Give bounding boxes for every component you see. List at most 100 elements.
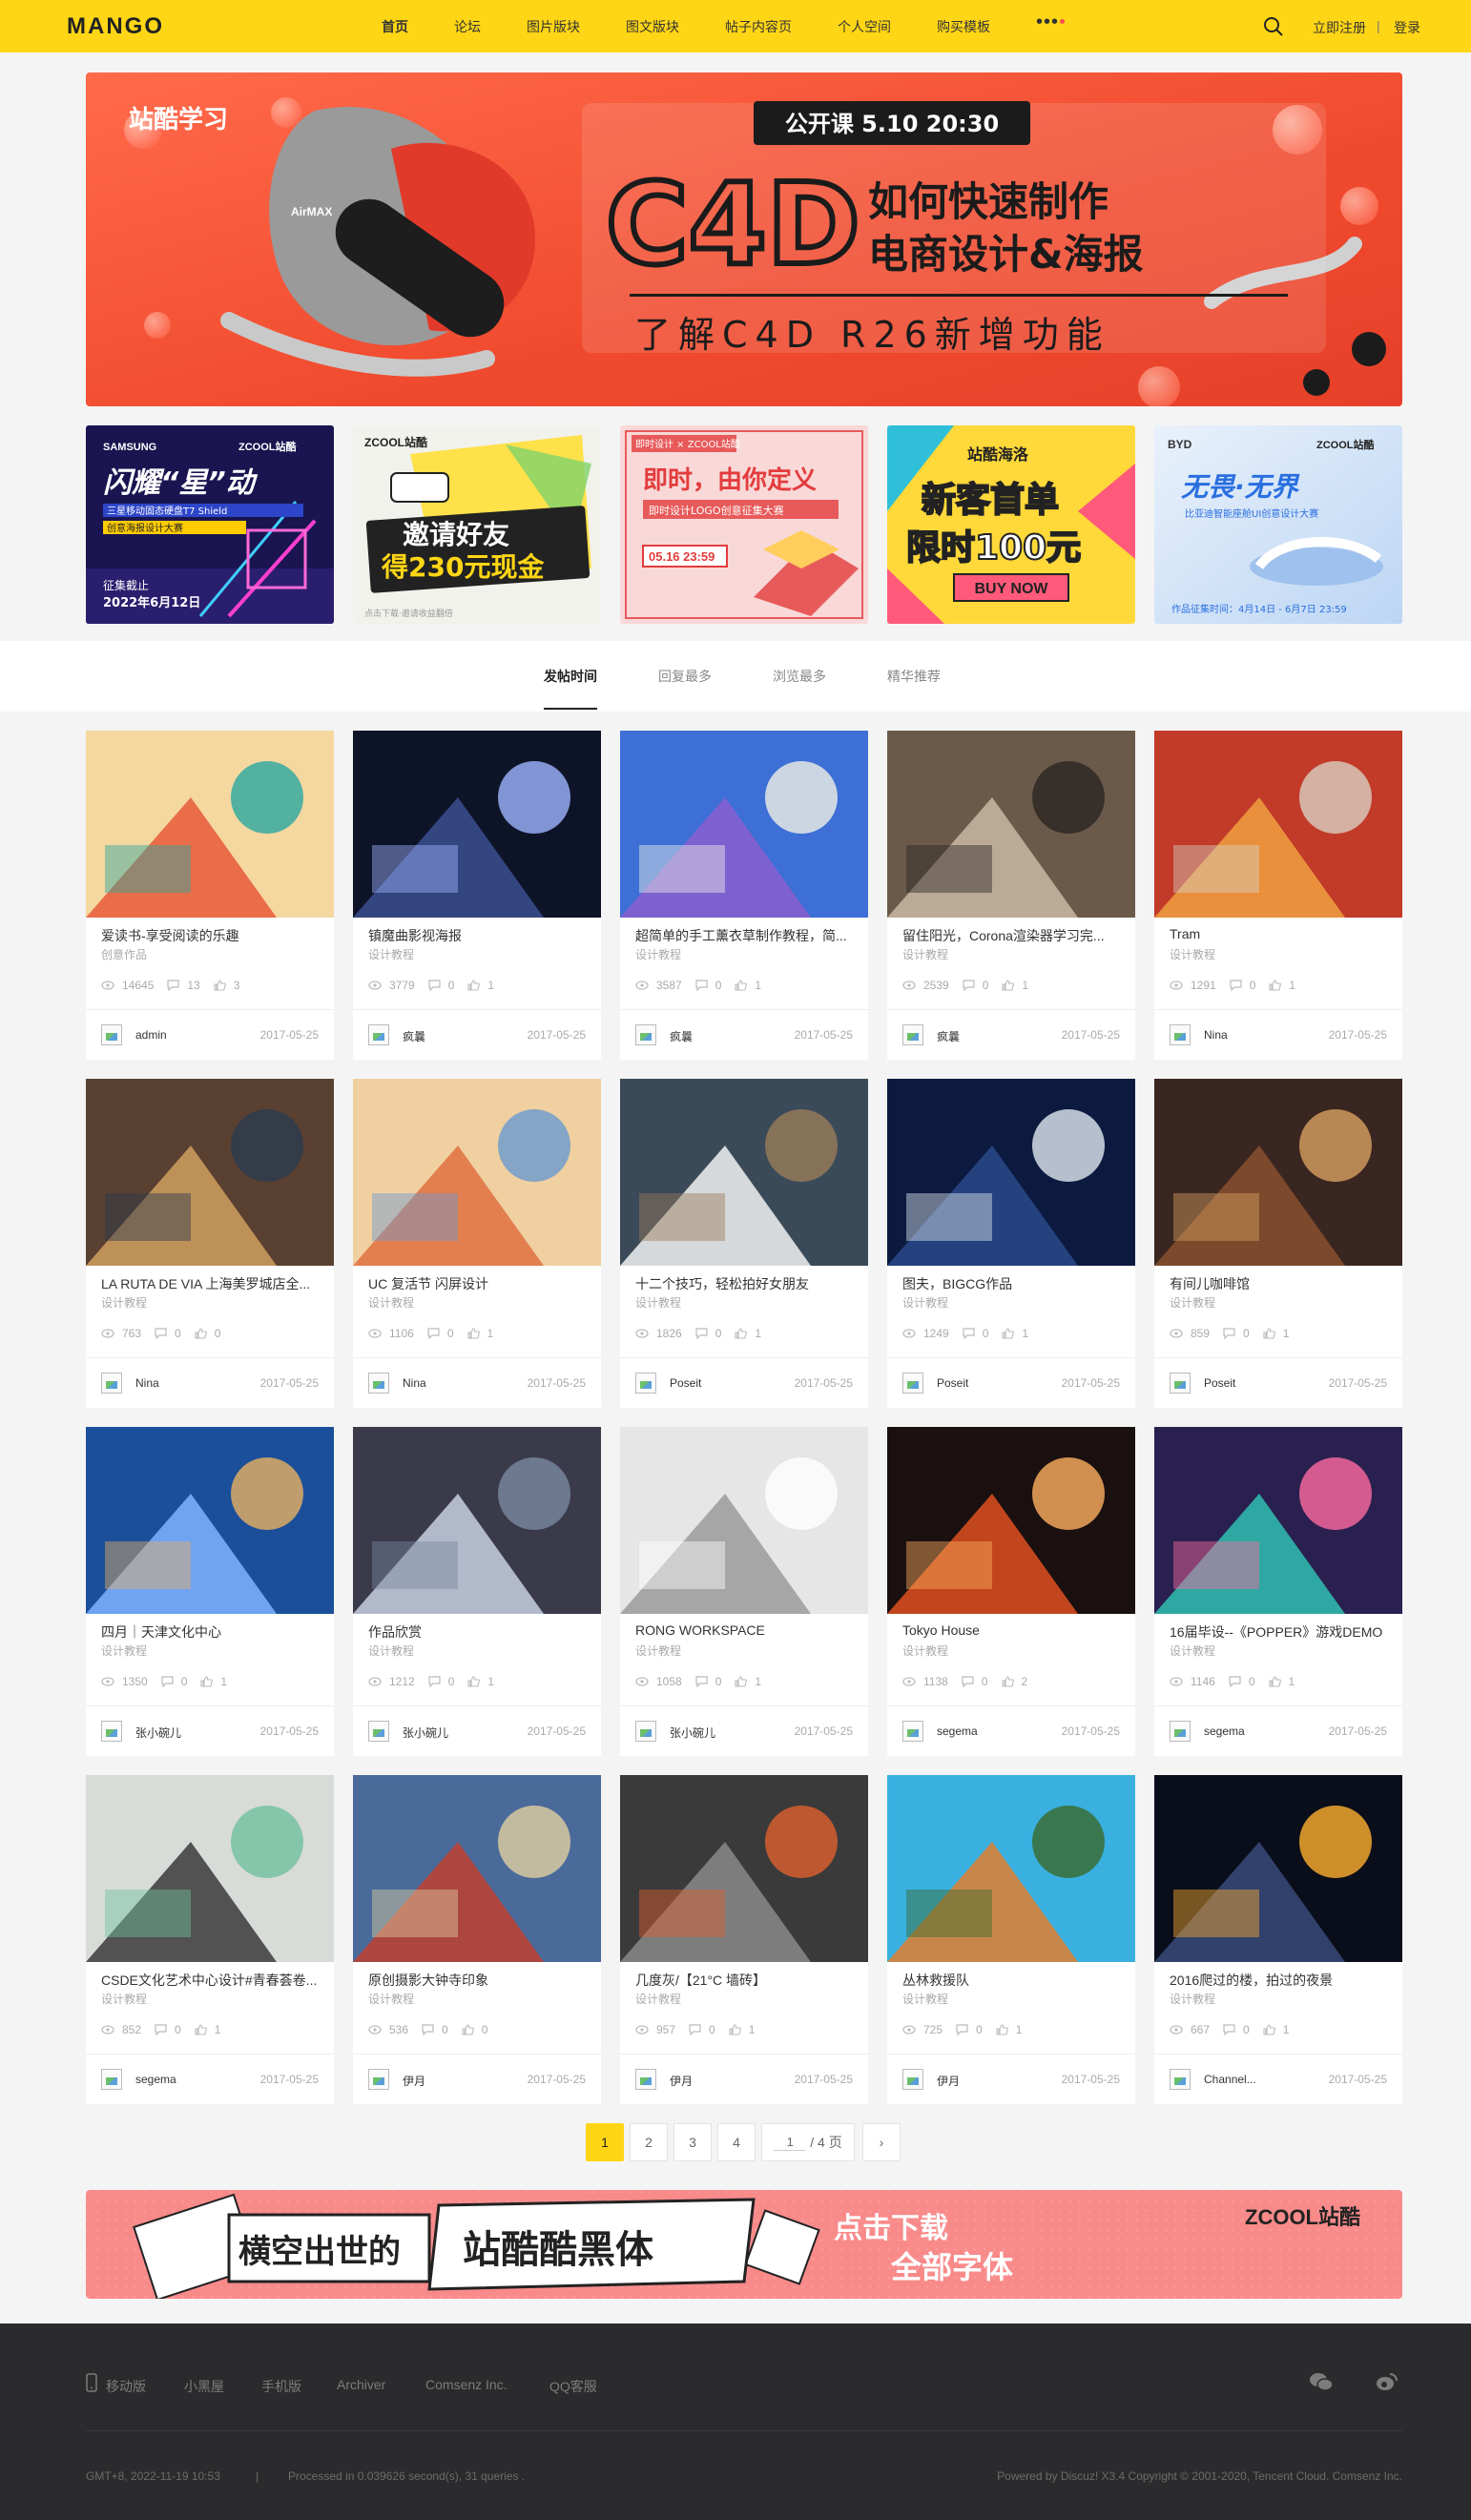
post-title[interactable]: 2016爬过的楼，拍过的夜景 (1170, 1971, 1391, 1990)
avatar[interactable] (902, 2069, 923, 2090)
post-card[interactable]: UC 复活节 闪屏设计 设计教程 1106 0 1 Nina 2017-05-25 (353, 1079, 601, 1408)
post-card[interactable]: 超简单的手工薰衣草制作教程，简... 设计教程 3587 0 1 疯曩 2017-05-25 (620, 731, 868, 1060)
avatar[interactable] (368, 2069, 389, 2090)
post-title[interactable]: 有间儿咖啡馆 (1170, 1274, 1391, 1293)
page-2-button[interactable]: 2 (630, 2123, 668, 2161)
post-thumbnail[interactable] (1154, 1427, 1402, 1614)
post-category[interactable]: 设计教程 (1170, 1294, 1215, 1311)
post-category[interactable]: 设计教程 (368, 1991, 414, 2007)
post-thumbnail[interactable] (620, 1079, 868, 1266)
post-title[interactable]: 镇魔曲影视海报 (368, 926, 590, 945)
post-title[interactable]: Tokyo House (902, 1622, 1124, 1638)
post-thumbnail[interactable] (1154, 1775, 1402, 1962)
promo-hailuo[interactable]: 站酷海洛 新客首单 限时100元 BUY NOW (887, 425, 1135, 624)
search-icon[interactable] (1262, 15, 1285, 38)
tab-most-views[interactable]: 浏览最多 (773, 667, 826, 686)
font-banner[interactable]: 横空出世的 站酷酷黑体 点击下载 全部字体 ZCOOL站酷 (86, 2190, 1402, 2299)
post-author[interactable]: 疯曩 (403, 1028, 425, 1044)
post-card[interactable]: 十二个技巧，轻松拍好女朋友 设计教程 1826 0 1 Poseit 2017-05-25 (620, 1079, 868, 1408)
nav-home[interactable]: 首页 (382, 17, 408, 36)
page-4-button[interactable]: 4 (717, 2123, 756, 2161)
page-jump-input[interactable] (774, 2134, 807, 2151)
post-thumbnail[interactable] (86, 1775, 334, 1962)
post-card[interactable]: RONG WORKSPACE 设计教程 1058 0 1 张小碗儿 2017-05-25 (620, 1427, 868, 1756)
post-author[interactable]: Nina (403, 1376, 426, 1390)
post-title[interactable]: 丛林救援队 (902, 1971, 1124, 1990)
post-author[interactable]: 伊月 (670, 2073, 693, 2089)
register-link[interactable]: 立即注册 (1313, 18, 1366, 37)
nav-image-board[interactable]: 图片版块 (527, 17, 580, 36)
promo-invite[interactable]: ZCOOL站酷 邀请好友 得230元现金 点击下载·邀请收益翻倍 (353, 425, 601, 624)
post-thumbnail[interactable] (353, 1427, 601, 1614)
avatar[interactable] (635, 1024, 656, 1045)
post-author[interactable]: 张小碗儿 (403, 1725, 448, 1741)
post-category[interactable]: 设计教程 (902, 1642, 948, 1659)
post-title[interactable]: LA RUTA DE VIA 上海美罗城店全... (101, 1274, 322, 1293)
post-category[interactable]: 设计教程 (635, 946, 681, 962)
avatar[interactable] (1170, 1373, 1191, 1394)
footer-link-qq[interactable]: QQ客服 (549, 2377, 597, 2396)
post-thumbnail[interactable] (86, 731, 334, 918)
nav-more[interactable]: ••• (1036, 11, 1066, 37)
post-title[interactable]: UC 复活节 闪屏设计 (368, 1274, 590, 1293)
post-card[interactable]: 图夫，BIGCG作品 设计教程 1249 0 1 Poseit 2017-05-25 (887, 1079, 1135, 1408)
nav-forum[interactable]: 论坛 (454, 17, 481, 36)
post-card[interactable]: 原创摄影大钟寺印象 设计教程 536 0 0 伊月 2017-05-25 (353, 1775, 601, 2104)
post-thumbnail[interactable] (353, 731, 601, 918)
post-category[interactable]: 设计教程 (101, 1642, 147, 1659)
post-category[interactable]: 设计教程 (1170, 1991, 1215, 2007)
post-title[interactable]: 几度灰/【21°C 墙砖】 (635, 1971, 857, 1990)
post-author[interactable]: Poseit (670, 1376, 701, 1390)
post-title[interactable]: 原创摄影大钟寺印象 (368, 1971, 590, 1990)
tab-featured[interactable]: 精华推荐 (887, 667, 941, 686)
post-card[interactable]: 镇魔曲影视海报 设计教程 3779 0 1 疯曩 2017-05-25 (353, 731, 601, 1060)
post-author[interactable]: 伊月 (403, 2073, 425, 2089)
post-title[interactable]: 爱读书-享受阅读的乐趣 (101, 926, 322, 945)
site-logo[interactable]: MANGO (67, 13, 164, 40)
post-thumbnail[interactable] (887, 1079, 1135, 1266)
post-category[interactable]: 设计教程 (635, 1991, 681, 2007)
post-category[interactable]: 设计教程 (635, 1294, 681, 1311)
post-card[interactable]: Tram 设计教程 1291 0 1 Nina 2017-05-25 (1154, 731, 1402, 1060)
main-banner[interactable]: AirMAX 站酷学习 公开课 5.10 20:30 C4D 如何快速制作 电商… (86, 72, 1402, 406)
post-card[interactable]: 爱读书-享受阅读的乐趣 创意作品 14645 13 3 admin 2017-05-25 (86, 731, 334, 1060)
post-thumbnail[interactable] (353, 1079, 601, 1266)
post-card[interactable]: Tokyo House 设计教程 1138 0 2 segema 2017-05-25 (887, 1427, 1135, 1756)
post-author[interactable]: Nina (135, 1376, 159, 1390)
avatar[interactable] (1170, 1024, 1191, 1045)
post-author[interactable]: Poseit (937, 1376, 968, 1390)
post-title[interactable]: 十二个技巧，轻松拍好女朋友 (635, 1274, 857, 1293)
avatar[interactable] (902, 1721, 923, 1742)
avatar[interactable] (101, 1024, 122, 1045)
post-category[interactable]: 设计教程 (902, 946, 948, 962)
avatar[interactable] (902, 1024, 923, 1045)
post-category[interactable]: 设计教程 (902, 1294, 948, 1311)
post-title[interactable]: 作品欣赏 (368, 1622, 590, 1642)
post-title[interactable]: 四月｜天津文化中心 (101, 1622, 322, 1642)
avatar[interactable] (1170, 1721, 1191, 1742)
avatar[interactable] (1170, 2069, 1191, 2090)
post-title[interactable]: CSDE文化艺术中心设计#青春荟卷... (101, 1971, 322, 1990)
post-card[interactable]: 16届毕设--《POPPER》游戏DEMO 设计教程 1146 0 1 segema 201… (1154, 1427, 1402, 1756)
post-card[interactable]: 几度灰/【21°C 墙砖】 设计教程 957 0 1 伊月 2017-05-25 (620, 1775, 868, 2104)
post-title[interactable]: 16届毕设--《POPPER》游戏DEMO (1170, 1622, 1391, 1642)
post-author[interactable]: segema (937, 1725, 978, 1738)
post-thumbnail[interactable] (620, 1775, 868, 1962)
footer-link-phone[interactable]: 手机版 (261, 2377, 301, 2396)
footer-link-mobile[interactable]: 移动版 (106, 2377, 146, 2396)
post-thumbnail[interactable] (887, 1427, 1135, 1614)
login-link[interactable]: 登录 (1394, 18, 1420, 37)
post-category[interactable]: 设计教程 (1170, 1642, 1215, 1659)
post-title[interactable]: RONG WORKSPACE (635, 1622, 857, 1638)
post-author[interactable]: Nina (1204, 1028, 1228, 1042)
post-category[interactable]: 设计教程 (635, 1642, 681, 1659)
post-category[interactable]: 设计教程 (101, 1294, 147, 1311)
post-author[interactable]: Channel... (1204, 2073, 1256, 2086)
next-page-button[interactable]: › (862, 2123, 901, 2161)
promo-jishi[interactable]: 即时设计 × ZCOOL站酷 即时，由你定义 即时设计LOGO创意征集大赛 05… (620, 425, 868, 624)
avatar[interactable] (368, 1024, 389, 1045)
promo-samsung[interactable]: SAMSUNG ZCOOL站酷 闪耀“星”动 三星移动固态硬盘T7 Shield… (86, 425, 334, 624)
post-thumbnail[interactable] (1154, 1079, 1402, 1266)
post-card[interactable]: CSDE文化艺术中心设计#青春荟卷... 设计教程 852 0 1 segema 2017-… (86, 1775, 334, 2104)
post-thumbnail[interactable] (1154, 731, 1402, 918)
